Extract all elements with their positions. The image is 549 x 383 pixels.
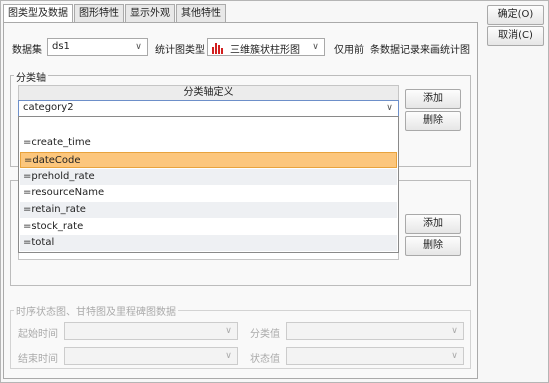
chart-type-label: 统计图类型: [155, 45, 205, 56]
start-time-select[interactable]: ∨: [64, 322, 238, 340]
chart-type-select[interactable]: 三维簇状柱形图 ∨: [207, 38, 325, 56]
end-time-select[interactable]: ∨: [64, 347, 238, 365]
bar-chart-icon: [211, 41, 225, 54]
chart-type-value: 三维簇状柱形图: [230, 45, 300, 56]
chevron-down-icon: ∨: [225, 351, 232, 361]
chevron-down-icon: ∨: [135, 42, 142, 52]
category-value-select[interactable]: ∨: [286, 322, 464, 340]
category-axis-legend: 分类轴: [14, 69, 48, 84]
delete-series-button[interactable]: 删除: [405, 236, 461, 256]
chevron-down-icon: ∨: [225, 326, 232, 336]
chevron-down-icon: ∨: [312, 42, 319, 52]
tab-display-appearance[interactable]: 显示外观: [125, 4, 175, 22]
start-time-label: 起始时间: [18, 329, 58, 340]
category-dropdown-list: =create_time =dateCode =prehold_rate =re…: [18, 116, 399, 253]
list-item[interactable]: =resourceName: [20, 185, 397, 201]
category-select[interactable]: category2 ∨: [18, 100, 399, 117]
list-item[interactable]: =create_time: [20, 135, 397, 151]
category-value-label: 分类值: [250, 329, 280, 340]
dataset-select[interactable]: ds1 ∨: [47, 38, 148, 56]
chevron-down-icon: ∨: [451, 326, 458, 336]
category-column-header: 分类轴定义: [18, 85, 399, 101]
delete-category-button[interactable]: 删除: [405, 111, 461, 131]
chevron-down-icon: ∨: [451, 351, 458, 361]
add-series-button[interactable]: 添加: [405, 214, 461, 234]
limit-prefix: 仅用前: [334, 45, 364, 56]
list-item-blank[interactable]: [20, 118, 397, 134]
dataset-value: ds1: [52, 41, 70, 52]
category-select-value: category2: [23, 102, 74, 113]
timeline-legend: 时序状态图、甘特图及里程碑图数据: [14, 303, 178, 318]
dataset-label: 数据集: [12, 45, 42, 56]
tab-chart-type-data[interactable]: 图类型及数据: [3, 4, 73, 23]
tab-other-properties[interactable]: 其他特性: [176, 4, 226, 22]
list-item[interactable]: =stock_rate: [20, 219, 397, 235]
chevron-down-icon: ∨: [386, 103, 393, 113]
add-category-button[interactable]: 添加: [405, 89, 461, 109]
tab-bar: 图类型及数据 图形特性 显示外观 其他特性: [3, 4, 227, 23]
status-value-select[interactable]: ∨: [286, 347, 464, 365]
cancel-button[interactable]: 取消(C): [487, 26, 544, 46]
list-item[interactable]: =prehold_rate: [20, 169, 397, 185]
list-item[interactable]: =total: [20, 235, 397, 251]
list-item-selected[interactable]: =dateCode: [20, 152, 397, 168]
tab-graph-properties[interactable]: 图形特性: [74, 4, 124, 22]
status-value-label: 状态值: [250, 354, 280, 365]
end-time-label: 结束时间: [18, 354, 58, 365]
limit-suffix: 条数据记录来画统计图: [370, 45, 470, 56]
list-item[interactable]: =retain_rate: [20, 202, 397, 218]
ok-button[interactable]: 确定(O): [487, 5, 544, 25]
